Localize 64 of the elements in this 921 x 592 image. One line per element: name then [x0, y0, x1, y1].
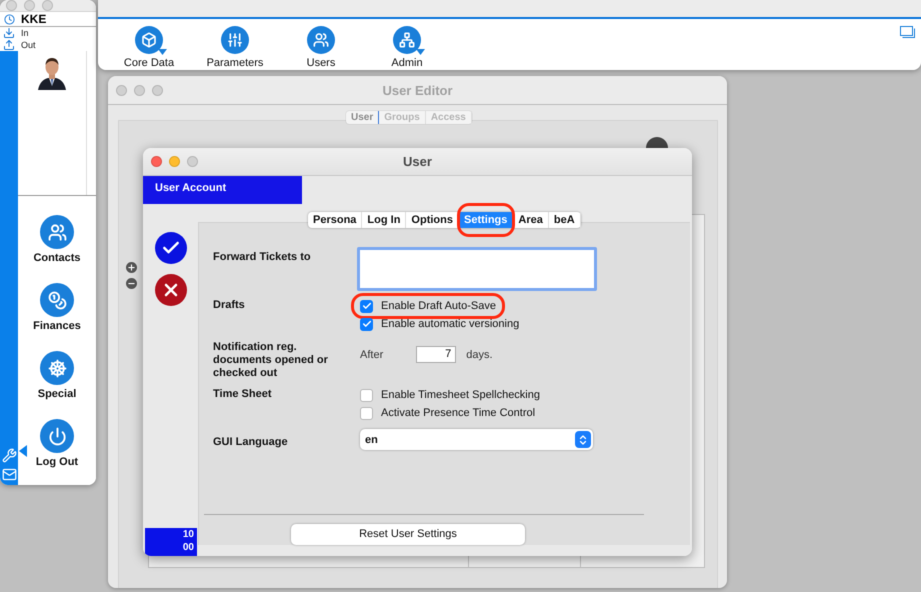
windows-icon[interactable] [900, 26, 915, 38]
tab[interactable]: Options [406, 212, 459, 228]
download-icon [3, 27, 15, 39]
collapse-arrow-icon[interactable] [19, 445, 27, 457]
window-control-button[interactable] [151, 156, 162, 167]
toolbar-button[interactable]: Users [278, 26, 364, 70]
checkbox-label: Activate Presence Time Control [381, 407, 536, 419]
window-control-button[interactable] [134, 84, 145, 96]
checkbox[interactable] [360, 388, 373, 402]
toolbar-button[interactable]: Admin [364, 26, 450, 70]
mail-icon[interactable] [2, 467, 16, 482]
toolbar-button[interactable]: Parameters [192, 26, 278, 70]
checkbox-label: Enable automatic versioning [381, 318, 520, 330]
window-control-button[interactable] [152, 84, 163, 96]
language-select[interactable]: en [360, 429, 593, 450]
tab[interactable]: Persona [308, 212, 362, 228]
reset-button[interactable]: Reset User Settings [291, 524, 525, 545]
user-initials: KKE [21, 12, 46, 26]
field-label: Time Sheet [213, 388, 272, 401]
people-icon [40, 215, 74, 249]
window-control-button[interactable] [169, 156, 180, 167]
confirm-button[interactable] [154, 232, 186, 264]
checkbox[interactable] [360, 318, 373, 330]
clock-icon [4, 14, 15, 24]
suffix-label: days. [466, 348, 493, 360]
cancel-button[interactable] [154, 274, 186, 306]
power-icon [40, 419, 74, 453]
nav-button[interactable]: Log Out [18, 419, 96, 485]
window-title: User Editor [382, 82, 453, 98]
status-item[interactable]: In [21, 28, 29, 38]
window-control-button[interactable] [187, 156, 198, 167]
status-item[interactable]: Out [21, 40, 36, 50]
stepper-icon [575, 431, 591, 448]
field-label: Drafts [213, 299, 246, 312]
tab[interactable]: Log In [362, 212, 406, 228]
sliders-icon [221, 26, 249, 54]
window-control-button[interactable] [116, 84, 127, 96]
tab[interactable]: beA [548, 212, 581, 228]
nav-button[interactable]: Finances [18, 283, 96, 351]
checkbox-label: Enable Timesheet Spellchecking [381, 389, 540, 401]
cube-icon [135, 26, 163, 54]
checkbox[interactable] [360, 300, 373, 312]
checkbox[interactable] [360, 406, 373, 420]
field-label: Notification reg. documents opened or checked out [213, 341, 329, 380]
nav-button[interactable]: Special [18, 351, 96, 419]
nav-button[interactable]: Contacts [18, 215, 96, 283]
section-header: User Account [143, 176, 302, 204]
wrench-icon[interactable] [2, 448, 16, 463]
people-icon [307, 26, 335, 54]
days-field[interactable]: 7 [416, 346, 456, 363]
prefix-label: After [360, 348, 384, 360]
field-label: Forward Tickets to [213, 250, 312, 264]
tab[interactable]: Settings [458, 212, 514, 228]
ship-wheel-icon [40, 351, 74, 385]
window-title: User [403, 154, 432, 169]
toolbar-button[interactable]: Core Data [106, 26, 192, 70]
counter-label: 10 00 [145, 528, 197, 556]
upload-icon [3, 39, 15, 51]
checkbox-label: Enable Draft Auto-Save [381, 300, 496, 312]
forward-field[interactable] [357, 247, 597, 291]
hierarchy-icon [393, 26, 421, 54]
tab[interactable]: Area [513, 212, 549, 228]
coins-icon [40, 283, 74, 317]
field-label: GUI Language [213, 436, 289, 449]
